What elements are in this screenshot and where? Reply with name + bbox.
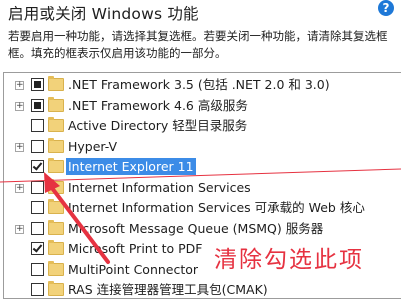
- expand-icon[interactable]: +: [15, 183, 24, 193]
- feature-checkbox[interactable]: [31, 119, 44, 132]
- folder-icon: [48, 219, 64, 235]
- feature-checkbox[interactable]: [31, 221, 44, 235]
- feature-label[interactable]: Hyper-V: [66, 138, 119, 155]
- feature-checkbox[interactable]: [31, 201, 44, 214]
- feature-checkbox[interactable]: [31, 242, 44, 255]
- feature-label[interactable]: RAS 连接管理器管理工具包(CMAK): [66, 281, 270, 298]
- feature-row[interactable]: + Internet Information Services: [4, 178, 401, 198]
- instructions-line-2: 框。填充的框表示仅启用该功能的一部分。: [8, 46, 227, 60]
- feature-row[interactable]: Internet Information Services 可承载的 Web 核…: [4, 198, 401, 218]
- folder-icon: [48, 260, 64, 276]
- expand-icon[interactable]: +: [15, 81, 24, 90]
- instructions-line-1: 若要启用一种功能，请选择其复选框。若要关闭一种功能，请清除其复选框: [8, 29, 388, 43]
- dialog-title: 启用或关闭 Windows 功能: [8, 5, 199, 23]
- feature-row[interactable]: + Microsoft Message Queue (MSMQ) 服务器: [4, 219, 401, 239]
- feature-label[interactable]: Microsoft Message Queue (MSMQ) 服务器: [66, 220, 325, 237]
- folder-icon: [48, 76, 64, 91]
- feature-checkbox[interactable]: [31, 283, 44, 296]
- feature-checkbox[interactable]: [31, 160, 44, 173]
- expand-icon[interactable]: +: [15, 101, 24, 111]
- feature-row[interactable]: + .NET Framework 4.6 高级服务: [4, 96, 401, 116]
- folder-icon: [48, 137, 64, 153]
- folder-icon: [48, 96, 64, 112]
- feature-checkbox[interactable]: [31, 262, 44, 276]
- folder-icon: [48, 158, 64, 173]
- feature-label[interactable]: Internet Information Services: [66, 179, 253, 196]
- feature-label[interactable]: MultiPoint Connector: [66, 261, 200, 278]
- feature-label[interactable]: Microsoft Print to PDF: [66, 240, 204, 257]
- feature-checkbox[interactable]: [31, 180, 44, 194]
- feature-checkbox[interactable]: [31, 78, 44, 91]
- feature-row[interactable]: + Hyper-V: [4, 137, 401, 157]
- folder-icon: [48, 199, 64, 214]
- feature-label[interactable]: Active Directory 轻型目录服务: [66, 117, 249, 134]
- folder-icon: [48, 281, 64, 296]
- feature-label[interactable]: .NET Framework 4.6 高级服务: [66, 97, 250, 114]
- feature-row[interactable]: + .NET Framework 3.5 (包括 .NET 2.0 和 3.0): [4, 75, 401, 95]
- feature-row[interactable]: Internet Explorer 11: [4, 157, 401, 177]
- instructions-text: 若要启用一种功能，请选择其复选框。若要关闭一种功能，请清除其复选框 框。填充的框…: [8, 28, 400, 62]
- folder-icon: [48, 178, 64, 194]
- annotation-text: 清除勾选此项: [214, 247, 364, 273]
- expand-icon[interactable]: +: [15, 142, 24, 152]
- feature-label[interactable]: .NET Framework 3.5 (包括 .NET 2.0 和 3.0): [66, 76, 332, 93]
- help-icon[interactable]: ?: [378, 0, 394, 16]
- feature-checkbox[interactable]: [31, 139, 44, 153]
- feature-row[interactable]: Active Directory 轻型目录服务: [4, 116, 401, 136]
- feature-label[interactable]: Internet Information Services 可承载的 Web 核…: [66, 199, 367, 216]
- feature-label[interactable]: Internet Explorer 11: [66, 158, 196, 175]
- feature-row[interactable]: RAS 连接管理器管理工具包(CMAK): [4, 280, 401, 300]
- expand-icon[interactable]: +: [15, 224, 24, 234]
- feature-checkbox[interactable]: [31, 98, 44, 112]
- folder-icon: [48, 117, 64, 132]
- folder-icon: [48, 240, 64, 255]
